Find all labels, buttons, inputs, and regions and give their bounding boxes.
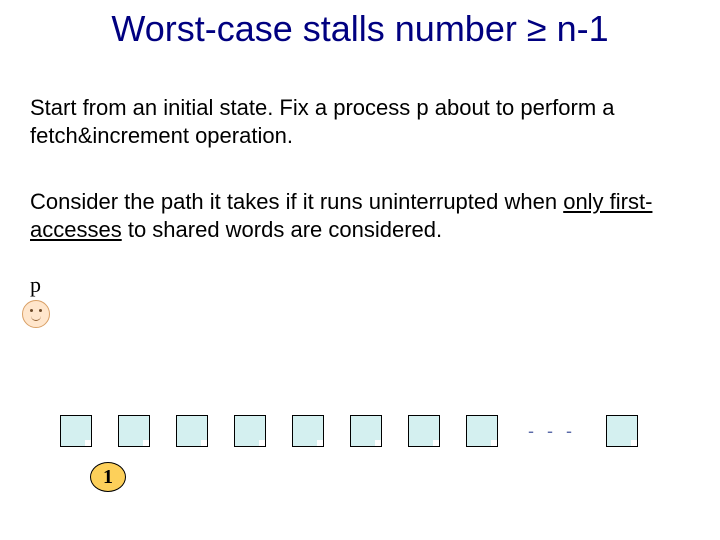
counter-circle: 1 <box>90 462 126 492</box>
slide: Worst-case stalls number ≥ n-1 Start fro… <box>0 0 720 540</box>
word-box <box>292 415 324 447</box>
para2-text-b: to shared words are considered. <box>122 217 442 242</box>
word-box <box>350 415 382 447</box>
para2-text-a: Consider the path it takes if it runs un… <box>30 189 563 214</box>
slide-title: Worst-case stalls number ≥ n-1 <box>0 8 720 50</box>
paragraph-2: Consider the path it takes if it runs un… <box>30 188 670 243</box>
word-box <box>466 415 498 447</box>
word-box <box>60 415 92 447</box>
counter-value: 1 <box>103 466 113 489</box>
face-mouth <box>31 315 41 321</box>
word-box <box>408 415 440 447</box>
word-box <box>118 415 150 447</box>
word-box <box>176 415 208 447</box>
shared-words-row: - - - <box>60 415 638 447</box>
para1-process-p: p <box>416 95 428 120</box>
para1-text-a: Start from an initial state. Fix a proce… <box>30 95 416 120</box>
paragraph-1: Start from an initial state. Fix a proce… <box>30 94 660 149</box>
word-box <box>234 415 266 447</box>
word-box <box>606 415 638 447</box>
process-face-icon <box>22 300 50 328</box>
process-label-p: p <box>30 272 41 298</box>
ellipsis-icon: - - - <box>528 421 576 442</box>
